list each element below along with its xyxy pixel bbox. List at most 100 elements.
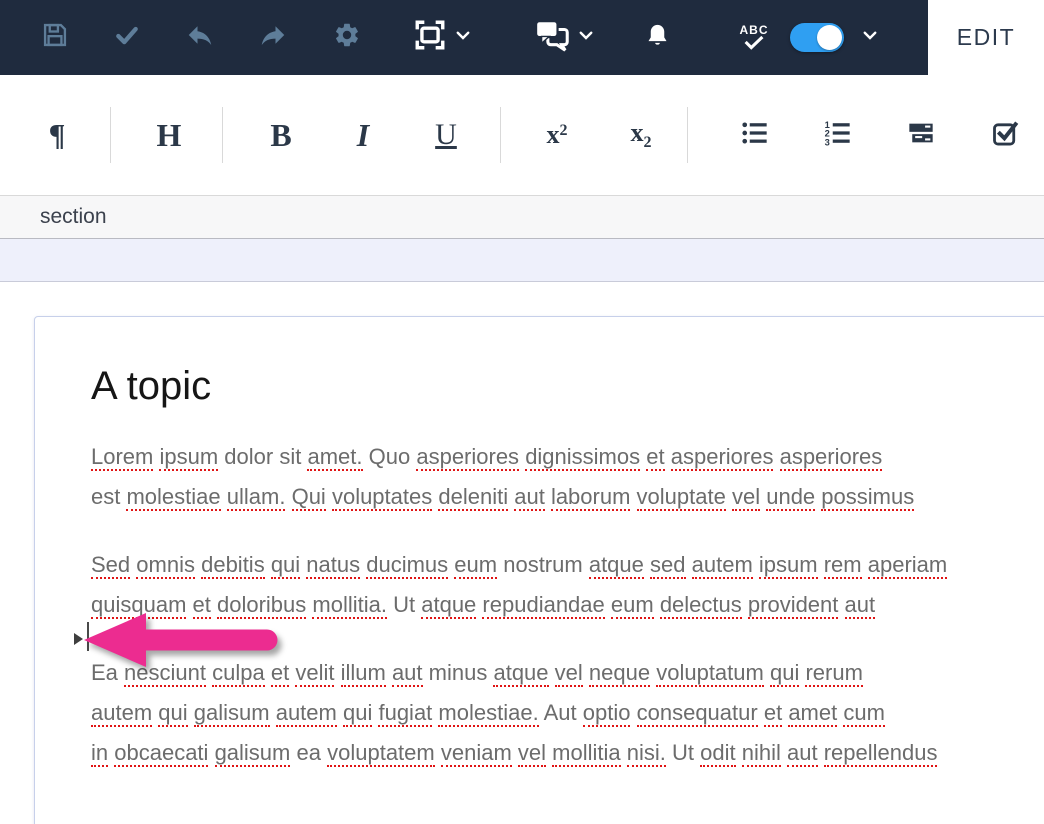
text-line: Ea nesciunt culpa et velit illum aut min… [91,653,1044,693]
subscript-button[interactable]: x2 [621,100,661,170]
main-action-toolbar: ABC [0,0,928,75]
misspelled-word: molestiae. [438,700,538,727]
paragraph[interactable]: Sed omnis debitis qui natus ducimus eum … [91,545,1044,625]
undo-icon [185,20,215,55]
misspelled-word: vel [732,484,760,511]
focus-mode-button[interactable] [412,0,448,75]
spellcheck-dropdown[interactable] [860,0,880,75]
misspelled-word: mollitia. [312,592,387,619]
misspelled-word: galisum [215,740,291,767]
misspelled-word: ducimus [366,552,448,579]
word: Quo [369,444,411,469]
toolbar-divider [110,107,111,163]
notifications-button[interactable] [639,0,675,75]
word: est [91,484,120,509]
comments-dropdown[interactable] [576,0,596,75]
misspelled-word: autem [276,700,337,727]
toolbar-divider [687,107,688,163]
edit-mode-label: EDIT [957,24,1015,51]
save-icon [41,21,69,54]
misspelled-word: mollitia [552,740,620,767]
redo-icon [258,20,288,55]
word: Ea [91,660,118,685]
misspelled-word: odit [700,740,735,767]
document-title: A topic [91,359,1044,413]
heading-button[interactable]: H [149,100,189,170]
gear-icon [333,21,361,54]
comments-button[interactable] [534,0,570,75]
settings-button[interactable] [329,0,365,75]
paragraph-mark-button[interactable]: ¶ [37,100,77,170]
caret-marker-icon [74,633,83,645]
misspelled-word: natus [306,552,360,579]
bullet-list-button[interactable] [735,100,775,170]
misspelled-word: deleniti [438,484,508,511]
misspelled-word: et [764,700,782,727]
word: dolor [224,444,273,469]
misspelled-word: obcaecati [114,740,208,767]
misspelled-word: voluptatum [656,660,764,687]
text-line: Lorem ipsum dolor sit amet. Quo asperior… [91,437,1044,477]
misspelled-word: fugiat [378,700,432,727]
misspelled-word: qui [343,700,372,727]
document-canvas[interactable]: A topic Lorem ipsum dolor sit amet. Quo … [34,316,1044,824]
breadcrumb-item-section[interactable]: section [40,205,107,229]
misspelled-word: voluptatem [327,740,435,767]
edit-mode-tab[interactable]: EDIT [928,0,1044,75]
validate-button[interactable] [109,0,145,75]
misspelled-word: quisquam [91,592,186,619]
misspelled-word: laborum [551,484,630,511]
misspelled-word: Lorem [91,444,153,471]
misspelled-word: doloribus [217,592,306,619]
heading-icon: H [157,117,182,154]
spellcheck-button[interactable]: ABC [735,0,773,75]
misspelled-word: rerum [805,660,862,687]
word: minus [429,660,488,685]
focus-mode-dropdown[interactable] [453,0,473,75]
paragraph[interactable]: Lorem ipsum dolor sit amet. Quo asperior… [91,437,1044,517]
definition-list-button[interactable] [901,100,941,170]
numbered-list-button[interactable]: 1 2 3 [818,100,858,170]
spellcheck-abc-icon: ABC [740,25,769,51]
text-line: autem qui galisum autem qui fugiat moles… [91,693,1044,733]
misspelled-word: aut [514,484,545,511]
document-body: Lorem ipsum dolor sit amet. Quo asperior… [91,437,1044,773]
superscript-icon: x2 [547,120,568,150]
misspelled-word: aperiam [868,552,947,579]
toolbar-divider [222,107,223,163]
caret-line[interactable] [91,625,1044,653]
check-icon [114,22,140,53]
misspelled-word: et [193,592,211,619]
misspelled-word: vel [555,660,583,687]
misspelled-word: galisum [194,700,270,727]
misspelled-word: provident [748,592,839,619]
underline-button[interactable]: U [426,100,466,170]
paragraph[interactable]: Ea nesciunt culpa et velit illum aut min… [91,653,1044,773]
save-button[interactable] [37,0,73,75]
misspelled-word: qui [271,552,300,579]
superscript-button[interactable]: x2 [537,100,577,170]
redo-button[interactable] [255,0,291,75]
spellcheck-toggle[interactable] [790,23,844,52]
misspelled-word: ipsum [759,552,818,579]
underline-icon: U [435,118,457,152]
toggle-knob [817,25,842,50]
checkbox-button[interactable] [985,100,1025,170]
misspelled-word: delectus [660,592,742,619]
misspelled-word: nesciunt [124,660,206,687]
bell-icon [644,22,671,54]
word: sit [279,444,301,469]
text-cursor [87,622,89,651]
misspelled-word: molestiae [126,484,220,511]
misspelled-word: veniam [441,740,512,767]
bold-button[interactable]: B [261,100,301,170]
misspelled-word: asperiores [780,444,883,471]
italic-button[interactable]: I [343,100,383,170]
bold-icon: B [270,117,291,154]
comments-icon [534,18,570,57]
editor-content-area: A topic Lorem ipsum dolor sit amet. Quo … [0,282,1044,824]
misspelled-word: aut [787,740,818,767]
undo-button[interactable] [182,0,218,75]
misspelled-word: qui [770,660,799,687]
misspelled-word: cum [843,700,885,727]
